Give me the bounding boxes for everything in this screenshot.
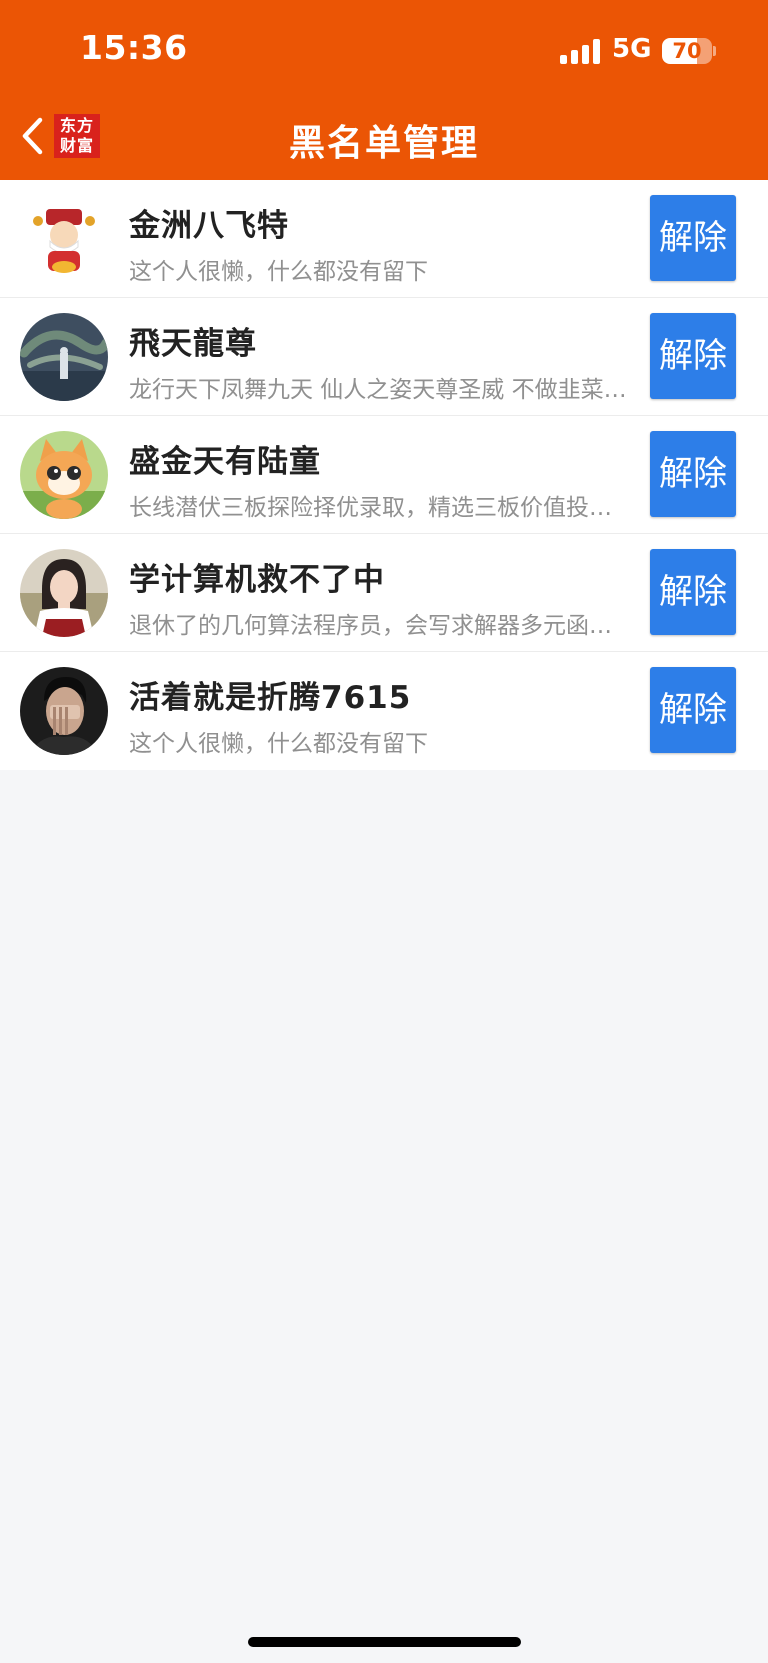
status-time: 15:36: [80, 28, 188, 67]
user-bio: 这个人很懒，什么都没有留下: [129, 259, 428, 285]
user-name[interactable]: 盛金天有陆童: [129, 436, 321, 481]
list-item: 金洲八飞特 这个人很懒，什么都没有留下 解除: [0, 180, 768, 298]
girl-avatar-icon: [20, 549, 108, 637]
status-bar: 15:36 5G 70: [0, 0, 768, 100]
list-item: 盛金天有陆童 长线潜伏三板探险择优录取，精选三板价值投… 解除: [0, 416, 768, 534]
avatar[interactable]: [20, 667, 108, 755]
unblock-button[interactable]: 解除: [650, 313, 736, 399]
list-item: 飛天龍尊 龙行天下凤舞九天 仙人之姿天尊圣威 不做韭菜… 解除: [0, 298, 768, 416]
network-type: 5G: [612, 34, 652, 64]
user-bio: 这个人很懒，什么都没有留下: [129, 731, 428, 757]
list-item: 活着就是折腾7615 这个人很懒，什么都没有留下 解除: [0, 652, 768, 770]
battery-cap: [713, 46, 716, 56]
user-bio: 长线潜伏三板探险择优录取，精选三板价值投…: [129, 495, 612, 521]
dragon-avatar-icon: [20, 313, 108, 401]
unblock-button[interactable]: 解除: [650, 195, 736, 281]
home-indicator[interactable]: [248, 1637, 521, 1647]
unblock-button[interactable]: 解除: [650, 667, 736, 753]
avatar[interactable]: [20, 431, 108, 519]
unblock-button[interactable]: 解除: [650, 431, 736, 517]
user-bio: 退休了的几何算法程序员，会写求解器多元函…: [129, 613, 612, 639]
user-name[interactable]: 金洲八飞特: [129, 200, 289, 245]
battery-icon: 70: [662, 38, 712, 64]
user-bio: 龙行天下凤舞九天 仙人之姿天尊圣威 不做韭菜…: [129, 377, 627, 403]
unblock-button[interactable]: 解除: [650, 549, 736, 635]
user-name[interactable]: 活着就是折腾7615: [129, 672, 411, 717]
avatar[interactable]: [20, 313, 108, 401]
blacklist: 金洲八飞特 这个人很懒，什么都没有留下 解除 飛天龍尊 龙行天下凤舞九天 仙人之…: [0, 180, 768, 770]
fortune-god-avatar-icon: [20, 195, 108, 283]
cat-avatar-icon: [20, 431, 108, 519]
top-bar: 15:36 5G 70 东方 财富 黑名单管理: [0, 0, 768, 180]
battery-level: 70: [672, 39, 702, 63]
avatar[interactable]: [20, 549, 108, 637]
nav-bar: 东方 财富 黑名单管理: [0, 100, 768, 180]
user-name[interactable]: 飛天龍尊: [129, 318, 257, 363]
page-title: 黑名单管理: [288, 123, 479, 164]
man-avatar-icon: [20, 667, 108, 755]
signal-icon: [560, 38, 600, 64]
user-name[interactable]: 学计算机救不了中: [129, 554, 385, 599]
list-item: 学计算机救不了中 退休了的几何算法程序员，会写求解器多元函… 解除: [0, 534, 768, 652]
avatar[interactable]: [20, 195, 108, 283]
